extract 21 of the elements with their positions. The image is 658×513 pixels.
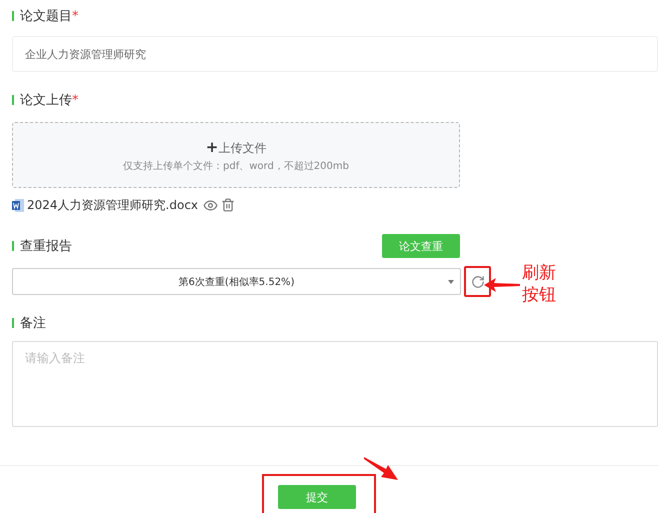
pointer-arrow	[364, 457, 398, 481]
upload-area[interactable]: +上传文件 仅支持上传单个文件：pdf、word，不超过200mb	[12, 122, 460, 188]
trash-icon[interactable]	[221, 198, 236, 212]
remarks-field[interactable]: 请输入备注	[12, 341, 658, 427]
field-label: 查重报告	[20, 238, 72, 255]
field-label: 论文上传*	[20, 92, 78, 109]
refresh-button[interactable]	[464, 266, 491, 297]
upload-hint: 仅支持上传单个文件：pdf、word，不超过200mb	[123, 160, 349, 172]
pointer-arrow	[484, 278, 520, 292]
annotation-text: 按钮	[522, 284, 556, 306]
title-field[interactable]: 企业人力资源管理师研究	[12, 36, 658, 72]
refresh-icon	[470, 274, 484, 288]
file-name: 2024人力资源管理师研究.docx	[27, 196, 198, 214]
annotation-text: 刷新	[522, 262, 556, 284]
upload-label: +上传文件	[206, 138, 266, 156]
eye-icon[interactable]	[203, 198, 218, 212]
report-select[interactable]: 第6次查重(相似率5.52%)	[12, 268, 461, 295]
field-label: 备注	[20, 315, 46, 332]
caret-icon	[448, 280, 454, 284]
document-icon	[12, 198, 24, 212]
field-label: 论文题目*	[20, 8, 78, 25]
